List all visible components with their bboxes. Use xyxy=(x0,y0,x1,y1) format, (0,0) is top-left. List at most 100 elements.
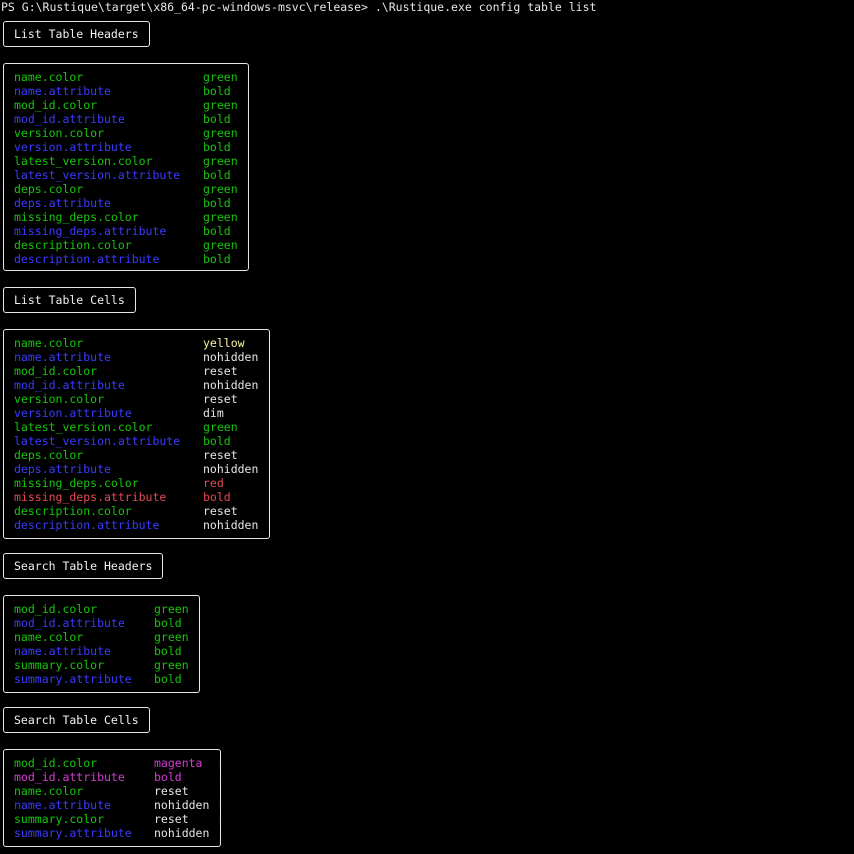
column-separator: | xyxy=(196,630,203,644)
config-key: mod_id.color xyxy=(14,602,98,616)
column-separator: | xyxy=(245,210,252,224)
config-value: bold xyxy=(154,672,182,686)
config-value: reset xyxy=(203,392,238,406)
table-row: mod_id.color reset | xyxy=(14,364,273,378)
column-separator: | xyxy=(196,644,203,658)
column-separator: | xyxy=(245,252,252,266)
table-row: latest_version.attribute bold | xyxy=(14,434,273,448)
table-row: missing_deps.attribute bold | xyxy=(14,224,252,238)
config-value: reset xyxy=(154,812,189,826)
table-row: latest_version.color green | xyxy=(14,154,252,168)
command-prompt: PS G:\Rustique\target\x86_64-pc-windows-… xyxy=(1,0,597,14)
table-row: latest_version.attribute bold | xyxy=(14,168,252,182)
config-key: latest_version.color xyxy=(14,420,153,434)
column-separator: | xyxy=(266,350,273,364)
config-key: name.color xyxy=(14,630,84,644)
table-row: deps.color reset | xyxy=(14,448,273,462)
config-key: mod_id.attribute xyxy=(14,378,125,392)
config-value: bold xyxy=(203,490,231,504)
config-key: latest_version.color xyxy=(14,154,153,168)
table-row: mod_id.color magenta | xyxy=(14,756,224,770)
column-separator: | xyxy=(266,392,273,406)
column-separator: | xyxy=(196,616,203,630)
table-row: description.color reset | xyxy=(14,504,273,518)
table-row: version.color green | xyxy=(14,126,252,140)
config-value: bold xyxy=(203,84,231,98)
section-title-search-table-headers: Search Table Headers xyxy=(3,553,164,579)
config-value: green xyxy=(203,154,238,168)
config-key: mod_id.attribute xyxy=(14,112,125,126)
column-separator: | xyxy=(266,420,273,434)
config-value: magenta xyxy=(154,756,203,770)
config-key: description.attribute xyxy=(14,252,160,266)
config-key: description.color xyxy=(14,238,132,252)
column-separator: | xyxy=(217,798,224,812)
config-key: name.color xyxy=(14,70,84,84)
table-row: mod_id.color green | xyxy=(14,602,203,616)
table-row: mod_id.attribute bold | xyxy=(14,616,203,630)
table-row: latest_version.color green | xyxy=(14,420,273,434)
table-row: mod_id.attribute nohidden | xyxy=(14,378,273,392)
column-separator: | xyxy=(245,84,252,98)
column-separator: | xyxy=(266,406,273,420)
config-key: deps.color xyxy=(14,448,84,462)
column-separator: | xyxy=(245,112,252,126)
table-row: name.color green | xyxy=(14,630,203,644)
table-list-table-cells: name.color yellow | name.attribute nohidden |… xyxy=(3,329,273,539)
config-value: green xyxy=(203,126,238,140)
config-key: summary.color xyxy=(14,812,105,826)
column-separator: | xyxy=(266,504,273,518)
config-key: name.color xyxy=(14,784,84,798)
config-value: nohidden xyxy=(203,518,259,532)
config-key: name.color xyxy=(14,336,84,350)
config-key: version.color xyxy=(14,126,105,140)
column-separator: | xyxy=(217,784,224,798)
table-row: mod_id.color green | xyxy=(14,98,252,112)
column-separator: | xyxy=(245,224,252,238)
table-row: mod_id.attribute bold | xyxy=(14,112,252,126)
table-row: description.color green | xyxy=(14,238,252,252)
column-separator: | xyxy=(217,826,224,840)
column-separator: | xyxy=(196,672,203,686)
config-key: mod_id.attribute xyxy=(14,616,125,630)
config-key: name.attribute xyxy=(14,84,111,98)
config-value: bold xyxy=(203,196,231,210)
table-row: missing_deps.color green | xyxy=(14,210,252,224)
section-title-list-table-cells: List Table Cells xyxy=(3,287,136,313)
column-separator: | xyxy=(266,476,273,490)
config-value: green xyxy=(154,602,189,616)
config-key: deps.color xyxy=(14,182,84,196)
config-value: red xyxy=(203,476,224,490)
config-key: description.attribute xyxy=(14,518,160,532)
config-key: missing_deps.color xyxy=(14,210,139,224)
table-row: name.color yellow | xyxy=(14,336,273,350)
config-value: nohidden xyxy=(203,462,259,476)
table-row: deps.attribute bold | xyxy=(14,196,252,210)
config-value: green xyxy=(203,210,238,224)
config-key: mod_id.attribute xyxy=(14,770,125,784)
table-row: name.attribute nohidden | xyxy=(14,798,224,812)
column-separator: | xyxy=(245,196,252,210)
column-separator: | xyxy=(245,126,252,140)
config-value: bold xyxy=(203,224,231,238)
config-key: mod_id.color xyxy=(14,364,98,378)
column-separator: | xyxy=(217,812,224,826)
table-row: missing_deps.color red | xyxy=(14,476,273,490)
config-value: green xyxy=(203,70,238,84)
table-row: name.color green | xyxy=(14,70,252,84)
config-key: missing_deps.attribute xyxy=(14,490,167,504)
column-separator: | xyxy=(266,462,273,476)
config-value: bold xyxy=(154,616,182,630)
column-separator: | xyxy=(245,140,252,154)
column-separator: | xyxy=(245,238,252,252)
config-key: deps.attribute xyxy=(14,462,111,476)
table-list-table-headers: name.color green | name.attribute bold | mod_i… xyxy=(3,63,252,271)
config-value: green xyxy=(154,630,189,644)
config-value: bold xyxy=(203,168,231,182)
table-row: summary.color green | xyxy=(14,658,203,672)
config-value: bold xyxy=(203,140,231,154)
column-separator: | xyxy=(266,364,273,378)
table-row: mod_id.attribute bold | xyxy=(14,770,224,784)
config-value: bold xyxy=(154,644,182,658)
table-search-table-cells: mod_id.color magenta | mod_id.attribute bold… xyxy=(3,749,224,847)
